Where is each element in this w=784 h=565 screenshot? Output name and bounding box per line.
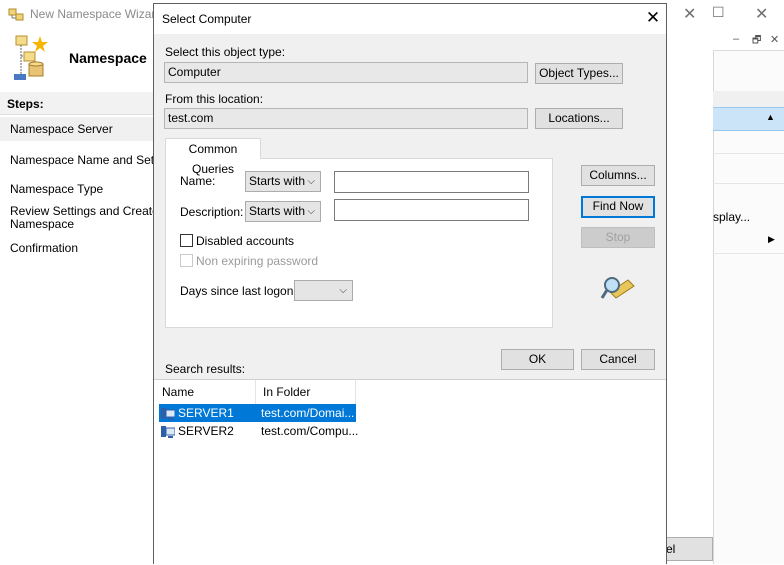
dialog-title: Select Computer	[162, 12, 252, 26]
search-magnifier-icon	[600, 274, 636, 302]
wizard-cancel-button[interactable]: el	[664, 537, 713, 561]
name-label: Name:	[180, 174, 216, 188]
collapse-icon[interactable]: ▲	[766, 112, 775, 122]
location-field: test.com	[164, 108, 528, 129]
wizard-title: New Namespace Wizard	[30, 7, 163, 21]
object-type-label: Select this object type:	[165, 45, 286, 59]
result-folder: test.com/Compu...	[261, 424, 359, 438]
column-header-folder[interactable]: In Folder	[256, 380, 356, 404]
window-close-icon[interactable]: ✕	[755, 4, 768, 24]
wizard-step[interactable]: Namespace Server	[0, 117, 154, 141]
wizard-cancel-label: el	[666, 542, 676, 556]
actions-header	[713, 91, 784, 107]
chevron-down-icon: ⌵	[339, 285, 347, 296]
wizard-close-icon[interactable]: ✕	[683, 4, 696, 24]
description-mode-value: Starts with	[249, 204, 306, 218]
computer-icon	[161, 425, 176, 443]
cancel-button[interactable]: Cancel	[581, 349, 655, 370]
description-mode-select[interactable]: Starts with ⌵	[245, 201, 321, 222]
description-label: Description:	[180, 205, 244, 219]
window-restore-icon[interactable]: ☐	[712, 4, 725, 21]
wizard-app-icon	[8, 6, 24, 22]
divider	[713, 253, 784, 254]
ok-button[interactable]: OK	[501, 349, 574, 370]
disabled-accounts-checkbox[interactable]	[180, 234, 193, 247]
chevron-down-icon: ⌵	[307, 176, 315, 187]
wizard-step[interactable]: Namespace Type	[10, 182, 103, 196]
object-types-button[interactable]: Object Types...	[535, 63, 623, 84]
tab-common-queries[interactable]: Common Queries	[165, 138, 261, 176]
search-results-label: Search results:	[165, 362, 246, 376]
object-type-field: Computer	[164, 62, 528, 83]
location-label: From this location:	[165, 92, 264, 106]
non-expiring-checkbox[interactable]	[180, 254, 193, 267]
result-folder: test.com/Domai...	[261, 406, 355, 420]
column-header-name[interactable]: Name	[155, 380, 256, 404]
stop-button[interactable]: Stop	[581, 227, 655, 248]
table-row[interactable]: SERVER1 test.com/Domai...	[159, 404, 356, 422]
find-now-button[interactable]: Find Now	[581, 196, 655, 218]
name-mode-select[interactable]: Starts with ⌵	[245, 171, 321, 192]
result-name: SERVER2	[178, 424, 234, 438]
non-expiring-label: Non expiring password	[196, 254, 319, 268]
wizard-step[interactable]: Confirmation	[10, 241, 78, 255]
tab-joint	[166, 158, 260, 159]
divider	[713, 183, 784, 184]
display-action[interactable]: splay...	[713, 210, 750, 224]
name-mode-value: Starts with	[249, 174, 306, 188]
wizard-step[interactable]: Review Settings and Create Namespace	[10, 205, 159, 231]
restore-icon[interactable]: 🗗	[752, 33, 761, 50]
locations-button[interactable]: Locations...	[535, 108, 623, 129]
steps-label: Steps:	[7, 97, 44, 111]
divider	[713, 153, 784, 154]
minimize-icon[interactable]: –	[733, 33, 739, 45]
description-input[interactable]	[334, 199, 529, 221]
columns-button[interactable]: Columns...	[581, 165, 655, 186]
wizard-page-header: Namespace	[69, 50, 147, 66]
result-name: SERVER1	[178, 406, 234, 420]
namespace-wizard-icon	[12, 34, 50, 82]
chevron-down-icon: ⌵	[307, 206, 315, 217]
name-input[interactable]	[334, 171, 529, 193]
submenu-arrow-icon[interactable]: ▶	[768, 234, 775, 245]
close-small-icon[interactable]: ✕	[770, 33, 779, 46]
table-row[interactable]: SERVER2 test.com/Compu...	[159, 422, 359, 443]
disabled-accounts-label: Disabled accounts	[196, 234, 295, 248]
days-since-logon-label: Days since last logon:	[180, 284, 297, 298]
days-since-logon-select[interactable]: ⌵	[294, 280, 353, 301]
dialog-close-icon[interactable]: ✕	[640, 5, 666, 31]
